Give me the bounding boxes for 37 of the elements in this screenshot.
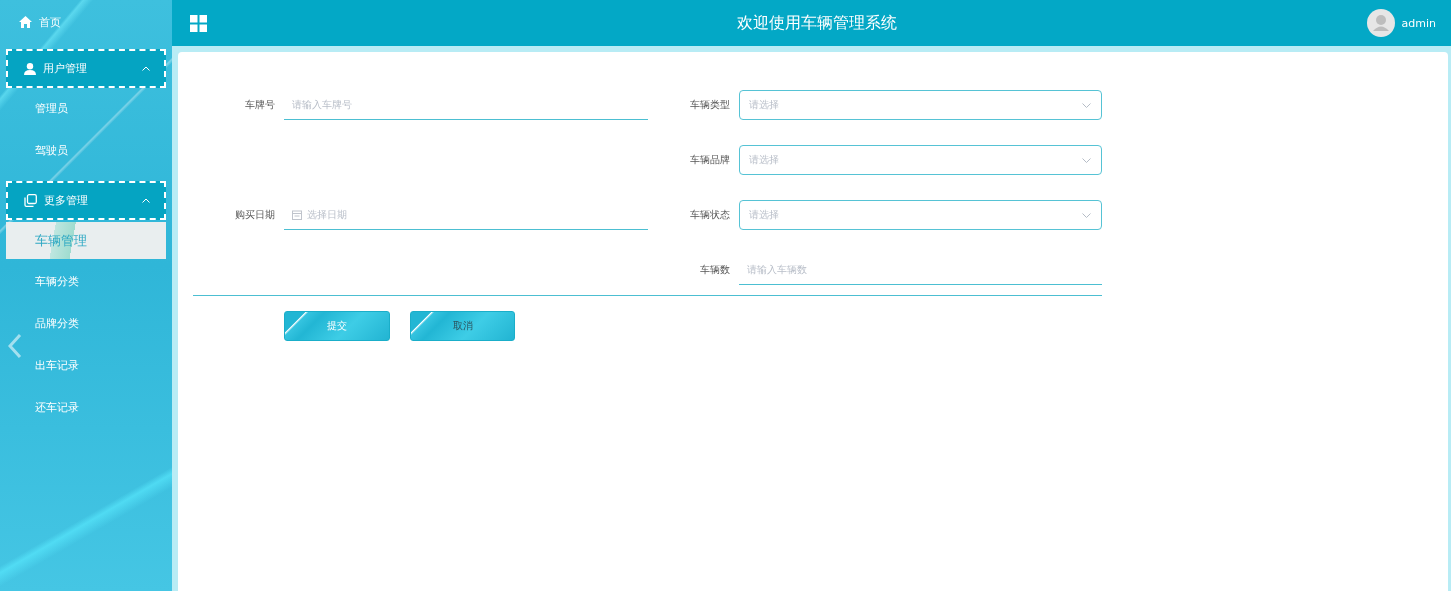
submenu-item[interactable]: 管理员	[0, 88, 172, 130]
submit-button[interactable]: 提交	[284, 311, 390, 341]
submenu-item[interactable]: 车辆分类	[0, 261, 172, 303]
field-label: 车辆状态	[689, 208, 731, 222]
cancel-button[interactable]: 取消	[410, 311, 515, 341]
field-label: 车辆类型	[689, 98, 731, 112]
menu-group-header[interactable]: 用户管理	[6, 49, 166, 88]
chevron-left-icon[interactable]	[8, 334, 22, 358]
person-icon	[24, 62, 36, 75]
submenu-item[interactable]: 出车记录	[0, 345, 172, 387]
home-icon	[19, 16, 32, 28]
submenu-item[interactable]: 车辆管理	[6, 222, 166, 259]
field-label: 购买日期	[234, 208, 276, 222]
avatar-icon[interactable]	[1366, 9, 1395, 37]
submenu-item[interactable]: 品牌分类	[0, 303, 172, 345]
field-label: 车辆数	[699, 263, 731, 277]
input-field[interactable]: 请输入车辆数	[739, 255, 1102, 285]
field-label: 车牌号	[244, 98, 276, 112]
chevron-up-icon	[142, 198, 150, 203]
page-title: 欢迎使用车辆管理系统	[735, 12, 898, 34]
chevron-down-icon	[1082, 157, 1091, 163]
home-menu-item[interactable]: 首页	[0, 0, 172, 44]
chevron-down-icon	[1082, 212, 1091, 218]
copy-icon	[24, 194, 37, 207]
select-field[interactable]: 请选择	[739, 145, 1102, 175]
calendar-icon	[292, 209, 302, 220]
input-field[interactable]: 请输入车牌号	[284, 90, 648, 120]
menu-group-header[interactable]: 更多管理	[6, 181, 166, 220]
submenu-item[interactable]: 还车记录	[0, 387, 172, 429]
menu-icon[interactable]	[190, 14, 207, 32]
submenu-item[interactable]: 驾驶员	[0, 130, 172, 172]
chevron-up-icon	[142, 66, 150, 71]
select-field[interactable]: 请选择	[739, 200, 1102, 230]
select-field[interactable]: 请选择	[739, 90, 1102, 120]
user-name[interactable]: admin	[1401, 16, 1436, 30]
field-label: 车辆品牌	[689, 153, 731, 167]
chevron-down-icon	[1082, 102, 1091, 108]
